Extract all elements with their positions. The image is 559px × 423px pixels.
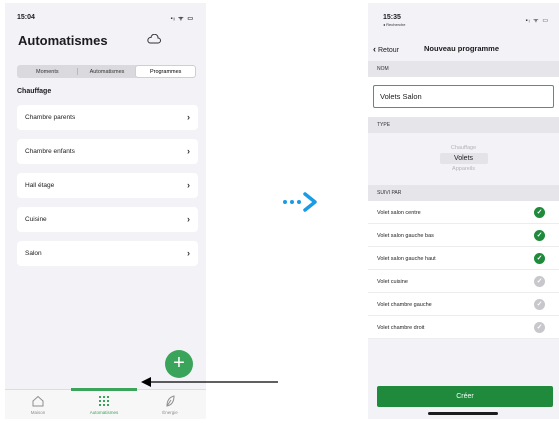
picker-option-appareils[interactable]: Appareils	[368, 166, 559, 172]
list-item[interactable]: Volet cuisine ✓	[368, 270, 559, 293]
tab-label: Énergie	[162, 410, 178, 415]
device-label: Volet cuisine	[377, 279, 408, 285]
right-phone-screen: 15:35 ◂ Recherche ▪ᵢ ᯤ ▭ ‹ Retour Nouveau…	[368, 3, 559, 419]
list-item[interactable]: Volet salon centre ✓	[368, 201, 559, 224]
pointer-arrow-icon	[141, 377, 278, 387]
nav-header: ‹ Retour Nouveau programme	[368, 40, 559, 56]
chevron-left-icon: ‹	[373, 44, 376, 54]
list-item-hall-etage[interactable]: Hall étage ›	[17, 173, 198, 198]
segment-moments[interactable]: Moments	[18, 66, 77, 77]
checkmark-icon[interactable]: ✓	[534, 253, 545, 264]
tab-label: Maison	[30, 410, 46, 415]
chevron-right-icon: ›	[187, 248, 190, 258]
list-item-salon[interactable]: Salon ›	[17, 241, 198, 266]
type-picker[interactable]: Chauffage Volets Appareils	[368, 133, 559, 185]
segmented-control: Moments Automatismes Programmes	[17, 65, 196, 78]
name-field-container: Volets Salon	[368, 77, 559, 117]
list-item-label: Salon	[25, 250, 42, 257]
list-item-label: Cuisine	[25, 216, 47, 223]
segment-programmes[interactable]: Programmes	[136, 66, 196, 77]
device-label: Volet salon gauche haut	[377, 256, 436, 262]
list-item-label: Chambre parents	[25, 114, 76, 121]
device-label: Volet salon centre	[377, 210, 421, 216]
list-item[interactable]: Volet salon gauche haut ✓	[368, 247, 559, 270]
home-icon	[32, 395, 44, 407]
back-to-search-link[interactable]: ◂ Recherche	[383, 22, 405, 27]
chevron-right-icon: ›	[187, 180, 190, 190]
segment-automatismes[interactable]: Automatismes	[78, 66, 137, 77]
section-header-suivi-par: SUIVI PAR	[368, 185, 559, 201]
checkmark-icon[interactable]: ✓	[534, 299, 545, 310]
create-button[interactable]: Créer	[377, 386, 553, 407]
back-label: Retour	[378, 47, 400, 54]
list-item[interactable]: Volet salon gauche bas ✓	[368, 224, 559, 247]
active-tab-indicator	[71, 388, 137, 391]
name-field[interactable]: Volets Salon	[373, 85, 554, 108]
tab-maison[interactable]: Maison	[5, 394, 71, 415]
status-icons: ▪ᵢ ᯤ ▭	[170, 16, 194, 22]
status-time: 15:04	[17, 14, 35, 21]
status-icons: ▪ᵢ ᯤ ▭	[525, 18, 549, 24]
list-item-label: Chambre enfants	[25, 148, 75, 155]
nav-header: Automatismes	[5, 25, 206, 51]
tab-bar: Maison Automatismes Énergie	[5, 388, 206, 419]
list-item-label: Hall étage	[25, 182, 55, 189]
list-item-chambre-enfants[interactable]: Chambre enfants ›	[17, 139, 198, 164]
picker-option-volets[interactable]: Volets	[368, 155, 559, 162]
status-bar: 15:04 ▪ᵢ ᯤ ▭	[5, 3, 206, 25]
picker-option-chauffage[interactable]: Chauffage	[368, 145, 559, 151]
flow-arrow-icon	[283, 192, 317, 212]
tab-automatismes[interactable]: Automatismes	[71, 394, 137, 415]
back-button[interactable]: ‹ Retour	[373, 44, 399, 54]
checkmark-icon[interactable]: ✓	[534, 322, 545, 333]
section-header-type: TYPE	[368, 117, 559, 133]
checkmark-icon[interactable]: ✓	[534, 230, 545, 241]
left-phone-screen: 15:04 ▪ᵢ ᯤ ▭ Automatismes Moments Automa…	[5, 3, 206, 419]
checkmark-icon[interactable]: ✓	[534, 207, 545, 218]
grid-icon	[99, 396, 109, 406]
home-indicator	[428, 412, 498, 415]
device-list: Volet salon centre ✓ Volet salon gauche …	[368, 201, 559, 339]
device-label: Volet salon gauche bas	[377, 233, 434, 239]
device-label: Volet chambre gauche	[377, 302, 432, 308]
status-time: 15:35	[383, 14, 401, 21]
page-title: Nouveau programme	[424, 44, 500, 53]
page-title: Automatismes	[18, 33, 108, 48]
list-item-chambre-parents[interactable]: Chambre parents ›	[17, 105, 198, 130]
checkmark-icon[interactable]: ✓	[534, 276, 545, 287]
chevron-right-icon: ›	[187, 112, 190, 122]
list-item[interactable]: Volet chambre gauche ✓	[368, 293, 559, 316]
chevron-right-icon: ›	[187, 214, 190, 224]
list-item[interactable]: Volet chambre droit ✓	[368, 316, 559, 339]
leaf-icon	[166, 395, 175, 407]
cloud-icon[interactable]	[147, 34, 161, 44]
device-label: Volet chambre droit	[377, 325, 425, 331]
program-list: Chambre parents › Chambre enfants › Hall…	[17, 105, 198, 275]
section-title: Chauffage	[17, 88, 52, 95]
list-item-cuisine[interactable]: Cuisine ›	[17, 207, 198, 232]
tab-label: Automatismes	[89, 410, 119, 415]
section-header-nom: NOM	[368, 61, 559, 77]
chevron-right-icon: ›	[187, 146, 190, 156]
tab-energie[interactable]: Énergie	[137, 394, 203, 415]
